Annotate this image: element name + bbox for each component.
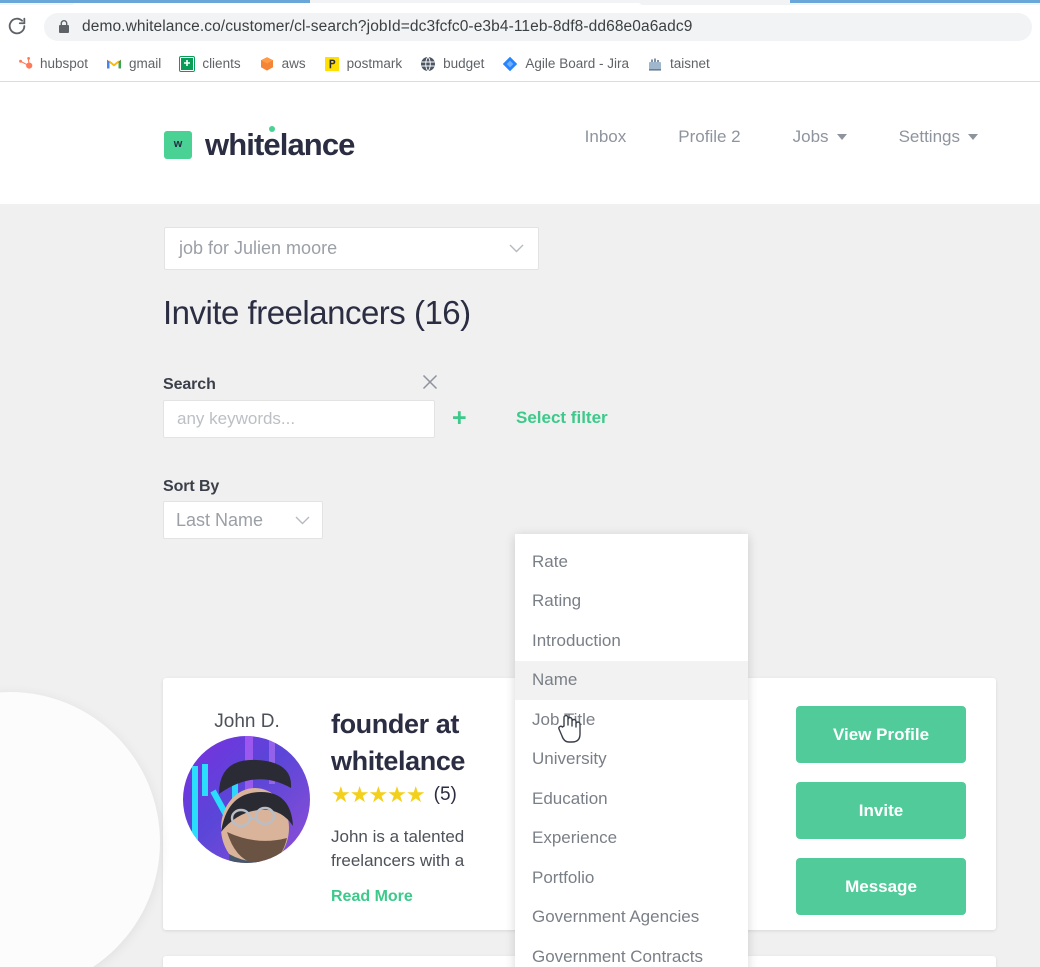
chevron-down-icon [509, 244, 524, 253]
browser-toolbar: demo.whitelance.co/customer/cl-search?jo… [0, 5, 1040, 45]
nav-item-profile-2[interactable]: Profile 2 [678, 127, 740, 147]
nav-item-jobs[interactable]: Jobs [793, 127, 847, 147]
bookmark-clients[interactable]: clients [170, 52, 249, 76]
bookmark-label: aws [281, 56, 306, 71]
avatar[interactable] [183, 736, 310, 863]
browser-chrome: demo.whitelance.co/customer/cl-search?jo… [0, 0, 1040, 82]
bookmark-postmark[interactable]: postmark [315, 52, 412, 76]
nav-item-inbox[interactable]: Inbox [585, 127, 627, 147]
chevron-down-icon [295, 516, 310, 524]
bookmark-label: clients [202, 56, 241, 71]
brand-wordmark-text: whitelance [205, 127, 355, 162]
job-select[interactable]: job for Julien moore [164, 227, 539, 270]
postmark-icon [324, 56, 339, 71]
card-avatar-column: Igor F. [163, 956, 331, 967]
view-profile-button[interactable]: View Profile [796, 706, 966, 763]
job-select-value: job for Julien moore [179, 238, 338, 258]
tab-strip-edge-right [790, 0, 1040, 3]
message-button[interactable]: Message [796, 858, 966, 915]
close-icon[interactable] [420, 372, 440, 392]
filter-option-name[interactable]: Name [515, 660, 748, 700]
nav-item-label: Inbox [584, 127, 627, 146]
nav-item-label: Jobs [792, 127, 829, 146]
bookmark-taisnet[interactable]: taisnet [638, 52, 719, 76]
chevron-down-icon [836, 134, 847, 140]
bookmark-agile-board-jira[interactable]: Agile Board - Jira [493, 52, 638, 76]
filter-option-portfolio[interactable]: Portfolio [515, 858, 748, 898]
logo-mark-letter: w [173, 138, 183, 150]
main-nav: Inbox Profile 2 Jobs Settings [533, 127, 978, 147]
jira-icon [503, 56, 518, 71]
taisnet-icon [648, 58, 661, 71]
search-label: Search [163, 376, 216, 393]
brand-wordmark: whitelance [205, 126, 355, 162]
hubspot-icon [19, 56, 33, 69]
address-bar-url: demo.whitelance.co/customer/cl-search?jo… [82, 18, 693, 35]
freelancer-name: John D. [214, 711, 280, 732]
freelancer-description: John is a talented freelancers with a [331, 826, 465, 871]
bookmark-gmail[interactable]: gmail [97, 52, 170, 76]
filter-option-university[interactable]: University [515, 740, 748, 780]
sort-by-select[interactable]: Last Name [163, 501, 323, 539]
bookmark-hubspot[interactable]: hubspot [8, 52, 97, 76]
clients-icon [179, 55, 196, 72]
bookmark-label: postmark [346, 56, 403, 71]
logo-mark-icon: w [164, 130, 192, 159]
globe-icon [421, 56, 436, 71]
bookmark-label: hubspot [40, 56, 89, 71]
filter-option-government-agencies[interactable]: Government Agencies [515, 898, 748, 938]
filter-option-introduction[interactable]: Introduction [515, 621, 748, 661]
freelancer-title: founder at whitelance [331, 709, 466, 777]
select-filter-button[interactable]: Select filter [516, 408, 608, 428]
bookmark-aws[interactable]: aws [250, 52, 315, 76]
bookmarks-bar: hubspot gmail clients aws postmark budge… [0, 46, 1040, 81]
gmail-icon [107, 59, 122, 68]
brand-dot-icon [269, 126, 275, 132]
search-input[interactable] [163, 400, 435, 438]
chevron-down-icon [968, 134, 978, 140]
bookmark-label: taisnet [669, 56, 710, 71]
aws-icon [260, 56, 273, 71]
sort-by-label: Sort By [163, 478, 220, 495]
invite-button[interactable]: Invite [796, 782, 966, 839]
filter-option-job-title[interactable]: Job Title [515, 700, 748, 740]
filter-option-education[interactable]: Education [515, 779, 748, 819]
read-more-link[interactable]: Read More [331, 888, 413, 906]
nav-item-settings[interactable]: Settings [899, 127, 978, 147]
address-bar[interactable]: demo.whitelance.co/customer/cl-search?jo… [44, 13, 1032, 41]
brand-logo[interactable]: w whitelance [164, 126, 355, 162]
reload-icon[interactable] [6, 15, 28, 37]
card-avatar-column: John D. [163, 678, 331, 930]
filter-option-rate[interactable]: Rate [515, 542, 748, 582]
filter-option-experience[interactable]: Experience [515, 819, 748, 859]
star-rating-icon: ★★★★★ [331, 781, 426, 807]
filter-option-government-contracts[interactable]: Government Contracts [515, 937, 748, 967]
bookmark-label: budget [443, 56, 485, 71]
bookmark-label: gmail [129, 56, 162, 71]
page-title: Invite freelancers (16) [163, 294, 471, 331]
filter-option-rating[interactable]: Rating [515, 582, 748, 622]
lock-icon [59, 20, 69, 33]
page-viewport: w whitelance Inbox Profile 2 Jobs Settin… [0, 82, 1040, 967]
filter-dropdown-menu: Rate Rating Introduction Name Job Title … [515, 534, 748, 967]
nav-item-label: Settings [898, 127, 960, 146]
sort-by-value: Last Name [176, 509, 264, 530]
bookmark-budget[interactable]: budget [411, 52, 493, 76]
nav-item-label: Profile 2 [678, 127, 741, 146]
rating-count: (5) [433, 783, 457, 805]
add-filter-button[interactable]: + [452, 406, 467, 431]
site-header: w whitelance Inbox Profile 2 Jobs Settin… [0, 82, 1040, 204]
bookmark-label: Agile Board - Jira [525, 56, 629, 71]
card-actions: View Profile Invite Message [796, 706, 966, 934]
